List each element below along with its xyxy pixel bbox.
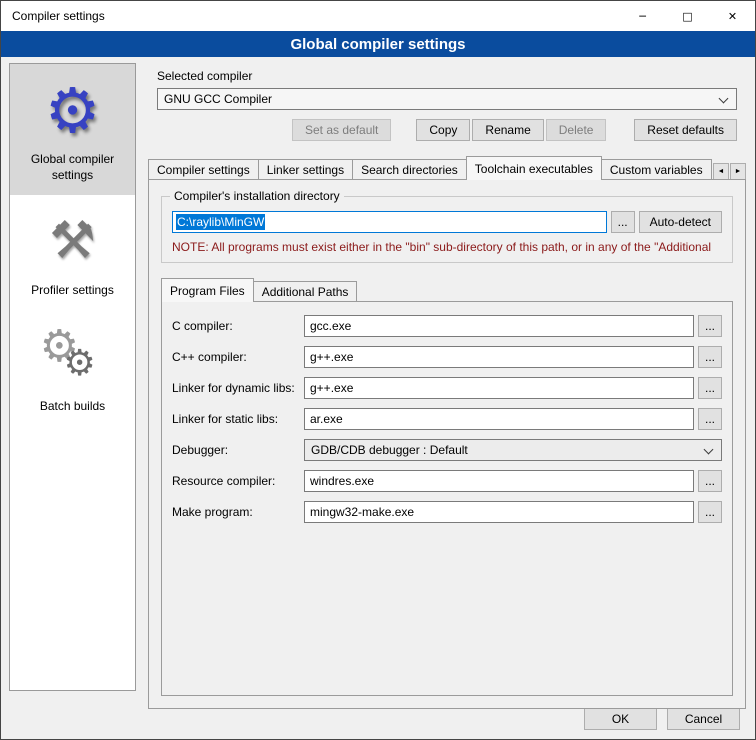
debugger-value: GDB/CDB debugger : Default: [311, 443, 468, 457]
resource-compiler-input[interactable]: [304, 470, 694, 492]
ok-button[interactable]: OK: [584, 707, 657, 730]
selected-compiler-label: Selected compiler: [157, 69, 737, 83]
copy-button[interactable]: Copy: [416, 119, 470, 141]
minimize-button[interactable]: ─: [620, 1, 665, 31]
tab-custom-variables[interactable]: Custom variables: [601, 159, 712, 180]
selected-compiler-select[interactable]: GNU GCC Compiler: [157, 88, 737, 110]
installation-directory-group: Compiler's installation directory C:\ray…: [161, 196, 733, 263]
cpp-compiler-label: C++ compiler:: [172, 350, 300, 364]
tab-compiler-settings[interactable]: Compiler settings: [148, 159, 259, 180]
installation-directory-group-title: Compiler's installation directory: [170, 189, 344, 203]
sidebar-item-profiler-settings[interactable]: ⚒ Profiler settings: [10, 195, 135, 311]
make-program-label: Make program:: [172, 505, 300, 519]
minimize-icon: ─: [639, 10, 646, 23]
field-row-resource-compiler: Resource compiler: ...: [172, 470, 722, 492]
installation-directory-value: C:\raylib\MinGW: [176, 214, 265, 230]
installation-directory-input[interactable]: C:\raylib\MinGW: [172, 211, 607, 233]
browse-button[interactable]: ...: [698, 470, 722, 492]
compiler-actions: Set as default Copy Rename Delete Reset …: [157, 119, 737, 141]
program-files-panel: C compiler: ... C++ compiler: ... Linker…: [161, 301, 733, 696]
settings-tabbar: Compiler settings Linker settings Search…: [148, 156, 746, 180]
dynamic-linker-label: Linker for dynamic libs:: [172, 381, 300, 395]
browse-button[interactable]: ...: [698, 408, 722, 430]
field-row-static-linker: Linker for static libs: ...: [172, 408, 722, 430]
gear-icon: ⚙: [45, 74, 101, 146]
bin-subdirectory-note: NOTE: All programs must exist either in …: [172, 240, 722, 254]
maximize-icon: □: [682, 10, 692, 23]
sidebar-item-label: Batch builds: [40, 399, 105, 415]
tab-build-options[interactable]: Build: [711, 159, 712, 180]
dialog-header-title: Global compiler settings: [290, 36, 465, 53]
static-linker-label: Linker for static libs:: [172, 412, 300, 426]
debugger-select[interactable]: GDB/CDB debugger : Default: [304, 439, 722, 461]
main-panel: Selected compiler GNU GCC Compiler Set a…: [148, 63, 746, 709]
tab-scroll-left-button[interactable]: ◄: [713, 163, 729, 180]
sidebar-item-label: Profiler settings: [31, 283, 114, 299]
set-as-default-button[interactable]: Set as default: [292, 119, 391, 141]
sidebar-item-label: Global compiler settings: [14, 152, 131, 183]
program-files-tabbar: Program Files Additional Paths: [161, 279, 733, 302]
field-row-dynamic-linker: Linker for dynamic libs: ...: [172, 377, 722, 399]
field-row-make-program: Make program: ...: [172, 501, 722, 523]
titlebar: Compiler settings ─ □ ✕: [1, 1, 755, 31]
dynamic-linker-input[interactable]: [304, 377, 694, 399]
profiler-tool-icon: ⚒: [49, 205, 96, 277]
subtab-program-files[interactable]: Program Files: [161, 278, 254, 302]
dialog-body: ⚙ Global compiler settings ⚒ Profiler se…: [1, 57, 755, 739]
tab-scroll-right-button[interactable]: ►: [730, 163, 746, 180]
maximize-button[interactable]: □: [665, 1, 710, 31]
gear-icon: ⚙: [64, 343, 96, 384]
close-button[interactable]: ✕: [710, 1, 755, 31]
tab-linker-settings[interactable]: Linker settings: [258, 159, 353, 180]
arrow-right-icon: ►: [735, 168, 742, 175]
window-title: Compiler settings: [1, 9, 620, 23]
browse-directory-button[interactable]: ...: [611, 211, 635, 233]
browse-button[interactable]: ...: [698, 377, 722, 399]
dialog-header: Global compiler settings: [1, 31, 755, 57]
reset-defaults-button[interactable]: Reset defaults: [634, 119, 737, 141]
installation-directory-row: C:\raylib\MinGW ... Auto-detect: [172, 211, 722, 233]
field-row-debugger: Debugger: GDB/CDB debugger : Default: [172, 439, 722, 461]
close-icon: ✕: [728, 10, 737, 23]
arrow-left-icon: ◄: [718, 168, 725, 175]
tab-toolchain-executables[interactable]: Toolchain executables: [466, 156, 602, 180]
auto-detect-button[interactable]: Auto-detect: [639, 211, 722, 233]
gears-stack: ⚙ ⚙: [38, 321, 108, 393]
rename-button[interactable]: Rename: [472, 119, 543, 141]
compiler-settings-window: Compiler settings ─ □ ✕ Global compiler …: [0, 0, 756, 740]
subtab-additional-paths[interactable]: Additional Paths: [253, 281, 358, 302]
cpp-compiler-input[interactable]: [304, 346, 694, 368]
browse-button[interactable]: ...: [698, 501, 722, 523]
settings-sidebar: ⚙ Global compiler settings ⚒ Profiler se…: [9, 63, 136, 691]
toolchain-executables-panel: Compiler's installation directory C:\ray…: [148, 179, 746, 709]
browse-button[interactable]: ...: [698, 315, 722, 337]
tab-search-directories[interactable]: Search directories: [352, 159, 467, 180]
field-row-cpp-compiler: C++ compiler: ...: [172, 346, 722, 368]
make-program-input[interactable]: [304, 501, 694, 523]
chevron-down-icon: [704, 445, 714, 455]
window-controls: ─ □ ✕: [620, 1, 755, 31]
batch-gears-icon: ⚙ ⚙: [38, 321, 108, 393]
sidebar-item-batch-builds[interactable]: ⚙ ⚙ Batch builds: [10, 311, 135, 427]
sidebar-item-global-compiler-settings[interactable]: ⚙ Global compiler settings: [10, 64, 135, 195]
delete-button[interactable]: Delete: [546, 119, 607, 141]
c-compiler-label: C compiler:: [172, 319, 300, 333]
selected-compiler-value: GNU GCC Compiler: [164, 92, 272, 106]
resource-compiler-label: Resource compiler:: [172, 474, 300, 488]
debugger-label: Debugger:: [172, 443, 300, 457]
static-linker-input[interactable]: [304, 408, 694, 430]
c-compiler-input[interactable]: [304, 315, 694, 337]
field-row-c-compiler: C compiler: ...: [172, 315, 722, 337]
dialog-footer: OK Cancel: [584, 707, 740, 730]
browse-button[interactable]: ...: [698, 346, 722, 368]
tabs-clip: Compiler settings Linker settings Search…: [148, 156, 712, 180]
cancel-button[interactable]: Cancel: [667, 707, 740, 730]
chevron-down-icon: [719, 94, 729, 104]
